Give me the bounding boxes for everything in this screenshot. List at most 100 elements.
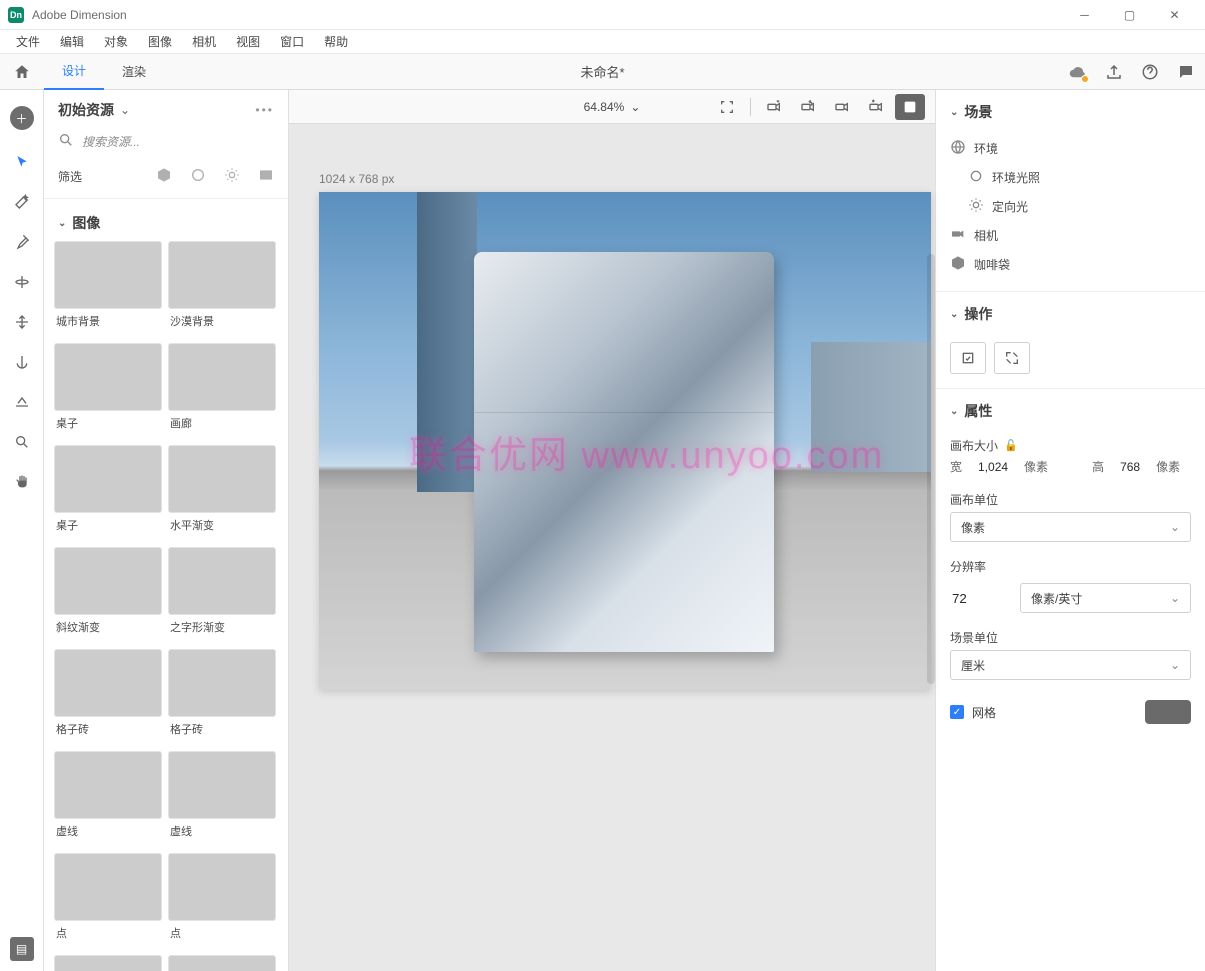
window-minimize-button[interactable]: ─ (1062, 0, 1107, 30)
window-close-button[interactable]: ✕ (1152, 0, 1197, 30)
window-maximize-button[interactable]: ▢ (1107, 0, 1152, 30)
asset-card[interactable]: 水平渐变 (168, 445, 276, 541)
asset-card[interactable]: 之字形渐变 (168, 547, 276, 643)
coffee-bag-object[interactable] (474, 252, 774, 652)
filter-models-icon[interactable] (156, 167, 172, 186)
height-value[interactable]: 768 (1120, 460, 1140, 474)
menu-5[interactable]: 视图 (226, 31, 270, 52)
scene-unit-select[interactable]: 厘米⌄ (950, 650, 1191, 680)
sampler-tool[interactable] (2, 222, 42, 262)
render-preview-icon[interactable] (895, 94, 925, 120)
viewport-scrollbar[interactable] (927, 254, 935, 684)
artboard (319, 192, 931, 690)
asset-card[interactable]: 桌子 (54, 343, 162, 439)
asset-card[interactable]: 城市背景 (54, 241, 162, 337)
zoom-tool[interactable] (2, 422, 42, 462)
feedback-icon[interactable] (1177, 63, 1195, 81)
zoom-control[interactable]: 64.84% ⌄ (584, 100, 641, 114)
assets-more-button[interactable]: ••• (255, 103, 274, 117)
action-fit-button[interactable] (994, 342, 1030, 374)
scene-item[interactable]: 咖啡袋 (936, 250, 1205, 279)
asset-card[interactable] (168, 955, 276, 971)
asset-card[interactable]: 斜纹渐变 (54, 547, 162, 643)
scene-item-label: 环境 (974, 140, 998, 157)
asset-label: 桌子 (54, 411, 162, 439)
canvas-unit-select[interactable]: 像素⌄ (950, 512, 1191, 542)
viewport[interactable]: 1024 x 768 px 联合优网 www.unyoo.com (289, 124, 935, 971)
width-label: 宽 (950, 458, 962, 475)
camera-bookmark-icon[interactable] (759, 94, 789, 120)
grid-checkbox[interactable]: ✓ (950, 705, 964, 719)
chevron-down-icon[interactable]: ⌄ (950, 107, 958, 118)
asset-label: 点 (54, 921, 162, 949)
scene-unit-label: 场景单位 (950, 629, 1191, 646)
cloud-sync-icon[interactable] (1069, 63, 1087, 81)
sun-icon (968, 197, 984, 216)
asset-label: 虚线 (54, 819, 162, 847)
menu-7[interactable]: 帮助 (314, 31, 358, 52)
asset-card[interactable]: 虚线 (168, 751, 276, 847)
width-value[interactable]: 1,024 (978, 460, 1008, 474)
menu-6[interactable]: 窗口 (270, 31, 314, 52)
menu-3[interactable]: 图像 (138, 31, 182, 52)
share-icon[interactable] (1105, 63, 1123, 81)
frame-selection-icon[interactable] (712, 94, 742, 120)
resolution-input[interactable] (950, 585, 1010, 613)
chevron-down-icon: ⌄ (630, 100, 640, 114)
asset-thumbnail (168, 547, 276, 615)
filter-images-icon[interactable] (258, 167, 274, 186)
pan-tool[interactable] (2, 462, 42, 502)
magic-wand-tool[interactable] (2, 182, 42, 222)
panel-toggle-button[interactable]: ▤ (10, 937, 34, 961)
select-tool[interactable] (2, 142, 42, 182)
asset-card[interactable]: 沙漠背景 (168, 241, 276, 337)
help-icon[interactable] (1141, 63, 1159, 81)
tab-design[interactable]: 设计 (44, 54, 104, 90)
move-tool[interactable] (2, 302, 42, 342)
height-unit: 像素 (1156, 458, 1180, 475)
filter-lights-icon[interactable] (224, 167, 240, 186)
chevron-down-icon[interactable]: ⌄ (58, 218, 66, 229)
asset-thumbnail (168, 445, 276, 513)
asset-thumbnail (54, 649, 162, 717)
horizon-tool[interactable] (2, 382, 42, 422)
scene-item[interactable]: 相机 (936, 221, 1205, 250)
camera-icon (950, 226, 966, 245)
camera-undo-icon[interactable] (793, 94, 823, 120)
filter-materials-icon[interactable] (190, 167, 206, 186)
resolution-unit-select[interactable]: 像素/英寸⌄ (1020, 583, 1191, 613)
asset-thumbnail (54, 445, 162, 513)
menu-2[interactable]: 对象 (94, 31, 138, 52)
lock-icon[interactable]: 🔓 (1004, 439, 1018, 452)
asset-card[interactable]: 虚线 (54, 751, 162, 847)
asset-card[interactable]: 点 (54, 853, 162, 949)
asset-card[interactable]: 格子砖 (168, 649, 276, 745)
action-match-image-button[interactable] (950, 342, 986, 374)
asset-card[interactable]: 格子砖 (54, 649, 162, 745)
camera-switch-icon[interactable] (827, 94, 857, 120)
search-input[interactable]: 搜索资源... (44, 128, 288, 161)
asset-thumbnail (168, 649, 276, 717)
grid-color-swatch[interactable] (1145, 700, 1191, 724)
camera-add-icon[interactable] (861, 94, 891, 120)
asset-card[interactable]: 点 (168, 853, 276, 949)
chevron-down-icon[interactable]: ⌄ (950, 309, 958, 320)
chevron-down-icon[interactable]: ⌄ (120, 103, 130, 117)
asset-thumbnail (168, 343, 276, 411)
tab-render[interactable]: 渲染 (104, 54, 164, 90)
asset-card[interactable]: 桌子 (54, 445, 162, 541)
orbit-tool[interactable] (2, 262, 42, 302)
scene-item[interactable]: 环境 (936, 134, 1205, 163)
menu-4[interactable]: 相机 (182, 31, 226, 52)
menu-1[interactable]: 编辑 (50, 31, 94, 52)
asset-card[interactable] (54, 955, 162, 971)
asset-card[interactable]: 画廊 (168, 343, 276, 439)
scene-item[interactable]: 环境光照 (936, 163, 1205, 192)
add-button[interactable]: ＋ (10, 106, 34, 130)
chevron-down-icon[interactable]: ⌄ (950, 406, 958, 417)
scene-item[interactable]: 定向光 (936, 192, 1205, 221)
asset-label: 斜纹渐变 (54, 615, 162, 643)
anchor-tool[interactable] (2, 342, 42, 382)
menu-0[interactable]: 文件 (6, 31, 50, 52)
home-icon[interactable] (0, 63, 44, 81)
